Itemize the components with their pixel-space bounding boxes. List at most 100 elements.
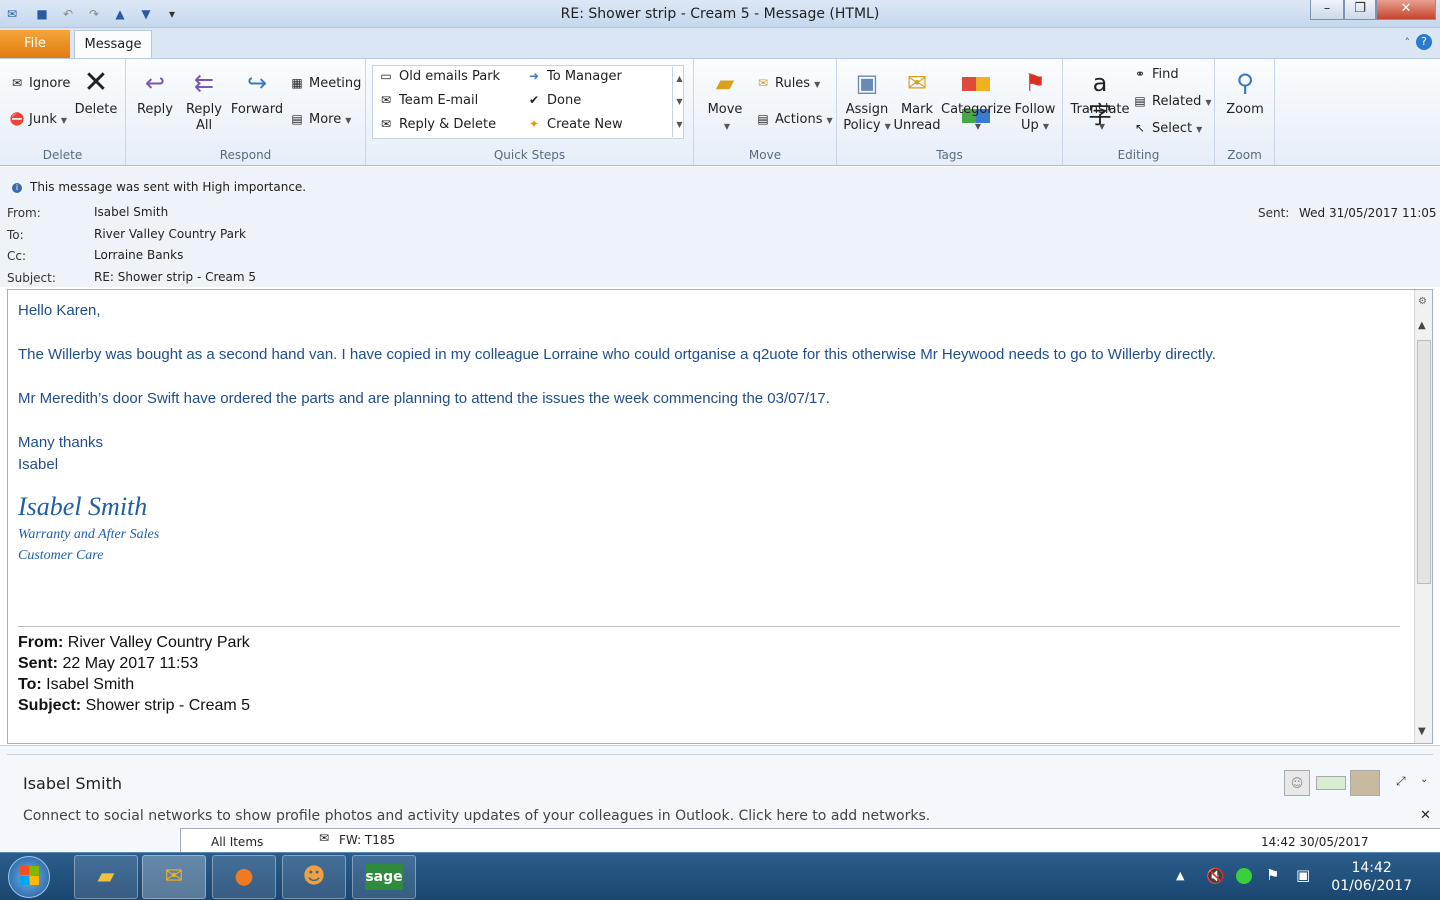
people-pane-name: Isabel Smith bbox=[23, 774, 122, 793]
contact-photo-icon[interactable]: ☺ bbox=[1284, 770, 1310, 796]
volume-muted-icon[interactable]: 🔇 bbox=[1206, 867, 1225, 885]
junk-button[interactable]: ⛔ Junk ▼ bbox=[8, 112, 67, 127]
move-folder-icon: ▭ bbox=[380, 69, 392, 83]
social-networks-prompt[interactable]: Connect to social networks to show profi… bbox=[23, 808, 930, 824]
quick-step-team-email[interactable]: ✉ Team E-mail bbox=[377, 93, 478, 108]
move-button[interactable]: ▰ Move ▼ bbox=[702, 67, 748, 135]
clock[interactable]: 14:42 01/06/2017 bbox=[1331, 859, 1412, 895]
quick-step-create-new[interactable]: ✦ Create New bbox=[525, 117, 623, 132]
quick-step-to-manager[interactable]: ➜ To Manager bbox=[525, 69, 622, 84]
mark-unread-icon: ✉ bbox=[906, 69, 928, 97]
reply-button[interactable]: ↩ Reply bbox=[132, 67, 178, 118]
quick-steps-gallery: ▭ Old emails Park ✉ Team E-mail ✉ Reply & D… bbox=[372, 65, 684, 139]
action-center-flag-icon[interactable]: ⚑ bbox=[1266, 866, 1279, 884]
from-label: From: bbox=[7, 206, 41, 220]
users-icon: ☻ bbox=[302, 864, 326, 889]
ribbon: ✉ Ignore ⛔ Junk ▼ ✕ Delete Delete ↩ Reply ⇇ Re… bbox=[0, 58, 1440, 166]
quick-steps-group: ▭ Old emails Park ✉ Team E-mail ✉ Reply & D… bbox=[366, 59, 694, 165]
close-prompt-icon[interactable]: ✕ bbox=[1420, 808, 1431, 823]
explorer-taskbar-button[interactable]: ▰ bbox=[74, 855, 138, 899]
scroll-settings-icon[interactable]: ⚙ bbox=[1418, 296, 1427, 307]
to-value[interactable]: River Valley Country Park bbox=[94, 227, 246, 241]
create-new-icon: ✦ bbox=[528, 117, 540, 131]
from-value[interactable]: Isabel Smith bbox=[94, 205, 168, 219]
quick-steps-label: Quick Steps bbox=[493, 148, 566, 162]
respond-group: ↩ Reply ⇇ Reply All ↪ Forward ▦ Meeting ▤ More… bbox=[126, 59, 366, 165]
reply-all-button[interactable]: ⇇ Reply All bbox=[180, 67, 228, 134]
paragraph-2: Mr Meredith’s door Swift have ordered th… bbox=[18, 390, 830, 407]
actions-button[interactable]: ▤ Actions ▼ bbox=[754, 112, 832, 127]
show-hidden-icons[interactable]: ▲ bbox=[1176, 869, 1184, 882]
paragraph-1: The Willerby was bought as a second hand… bbox=[18, 346, 1216, 363]
sent-value: Wed 31/05/2017 11:05 bbox=[1299, 206, 1437, 220]
categorize-button[interactable]: Categorize ▼ bbox=[941, 67, 1011, 135]
reply-all-icon: ⇇ bbox=[193, 69, 215, 97]
ignore-button[interactable]: ✉ Ignore bbox=[8, 76, 70, 91]
magnifier-icon: ⚲ bbox=[1236, 69, 1254, 97]
network-icon[interactable]: ▣ bbox=[1296, 866, 1310, 884]
social-thumbnail[interactable] bbox=[1316, 776, 1346, 790]
delete-button[interactable]: ✕ Delete bbox=[72, 67, 120, 118]
tags-group: ▣ Assign Policy ▼ ✉ Mark Unread Categorize ▼ ⚑… bbox=[837, 59, 1063, 165]
zoom-group-label: Zoom bbox=[1227, 148, 1262, 162]
firefox-taskbar-button[interactable]: ● bbox=[212, 855, 276, 899]
scroll-thumb[interactable] bbox=[1417, 340, 1431, 584]
team-email-icon: ✉ bbox=[380, 93, 392, 107]
start-button[interactable] bbox=[8, 856, 50, 898]
clock-date: 01/06/2017 bbox=[1331, 878, 1412, 894]
zoom-button[interactable]: ⚲ Zoom bbox=[1221, 67, 1269, 118]
sender-first-name: Isabel bbox=[18, 456, 59, 473]
respond-group-label: Respond bbox=[219, 148, 272, 162]
people-divider bbox=[7, 754, 1433, 755]
tab-message[interactable]: Message bbox=[74, 30, 152, 59]
outlook-taskbar-button[interactable]: ✉ bbox=[142, 855, 206, 899]
assign-policy-icon: ▣ bbox=[855, 69, 879, 97]
tab-file[interactable]: File bbox=[0, 30, 70, 58]
people-taskbar-button[interactable]: ☻ bbox=[282, 855, 346, 899]
behind-time: 14:42 30/05/2017 bbox=[1261, 835, 1369, 849]
pane-chevron-icon[interactable]: ⌄ bbox=[1420, 774, 1428, 785]
meeting-button[interactable]: ▦ Meeting bbox=[288, 76, 361, 91]
fwd-sent-label: Sent: bbox=[18, 655, 58, 672]
maximize-button[interactable]: ❐ bbox=[1344, 0, 1376, 20]
select-button[interactable]: ↖ Select ▼ bbox=[1131, 121, 1202, 136]
help-icon[interactable]: ? bbox=[1416, 34, 1432, 50]
translate-button[interactable]: a字 Translate ▼ bbox=[1067, 67, 1133, 135]
mark-unread-button[interactable]: ✉ Mark Unread bbox=[893, 67, 941, 134]
forward-divider bbox=[18, 626, 1400, 627]
junk-icon: ⛔ bbox=[9, 112, 25, 126]
close-button[interactable]: ✕ bbox=[1376, 0, 1436, 20]
signature-department: Customer Care bbox=[18, 548, 104, 563]
status-green-icon[interactable] bbox=[1236, 868, 1252, 884]
fwd-from-label: From: bbox=[18, 634, 64, 651]
message-body[interactable]: Hello Karen, The Willerby was bought as … bbox=[7, 289, 1433, 744]
follow-up-button[interactable]: ⚑ Follow Up ▼ bbox=[1011, 67, 1059, 135]
collapse-ribbon-icon[interactable]: ˄ bbox=[1405, 36, 1411, 49]
scroll-up-icon[interactable]: ▲ bbox=[1418, 320, 1426, 331]
sage-taskbar-button[interactable]: sage bbox=[352, 855, 416, 899]
forward-button[interactable]: ↪ Forward bbox=[230, 67, 284, 118]
related-icon: ▤ bbox=[1134, 94, 1146, 108]
quick-steps-scroll[interactable]: ▲ ▼ ▼ bbox=[672, 67, 686, 137]
scroll-down-icon[interactable]: ▼ bbox=[1418, 726, 1426, 737]
vertical-scrollbar[interactable]: ⚙ ▲ ▼ bbox=[1414, 290, 1432, 743]
cc-value[interactable]: Lorraine Banks bbox=[94, 248, 183, 262]
greeting: Hello Karen, bbox=[18, 302, 101, 319]
rules-button[interactable]: ✉ Rules ▼ bbox=[754, 76, 820, 91]
quick-step-done[interactable]: ✔ Done bbox=[525, 93, 581, 108]
minimize-button[interactable]: – bbox=[1310, 0, 1344, 20]
expand-pane-icon[interactable]: ⤢ bbox=[1396, 774, 1406, 789]
find-button[interactable]: ⚭ Find bbox=[1131, 67, 1179, 82]
message-header: i This message was sent with High importa… bbox=[0, 167, 1440, 287]
assign-policy-button[interactable]: ▣ Assign Policy ▼ bbox=[841, 67, 893, 135]
quick-step-reply-delete[interactable]: ✉ Reply & Delete bbox=[377, 117, 496, 132]
profile-thumbnail[interactable] bbox=[1350, 770, 1380, 796]
related-button[interactable]: ▤ Related ▼ bbox=[1131, 94, 1211, 109]
more-respond-button[interactable]: ▤ More ▼ bbox=[288, 112, 351, 127]
behind-folder: All Items bbox=[211, 835, 264, 849]
message-text: Hello Karen, The Willerby was bought as … bbox=[18, 300, 1398, 566]
outlook-icon: ✉ bbox=[164, 864, 184, 889]
fwd-subject-label: Subject: bbox=[18, 697, 82, 714]
fwd-to-label: To: bbox=[18, 676, 42, 693]
quick-step-old-emails-park[interactable]: ▭ Old emails Park bbox=[377, 69, 500, 84]
